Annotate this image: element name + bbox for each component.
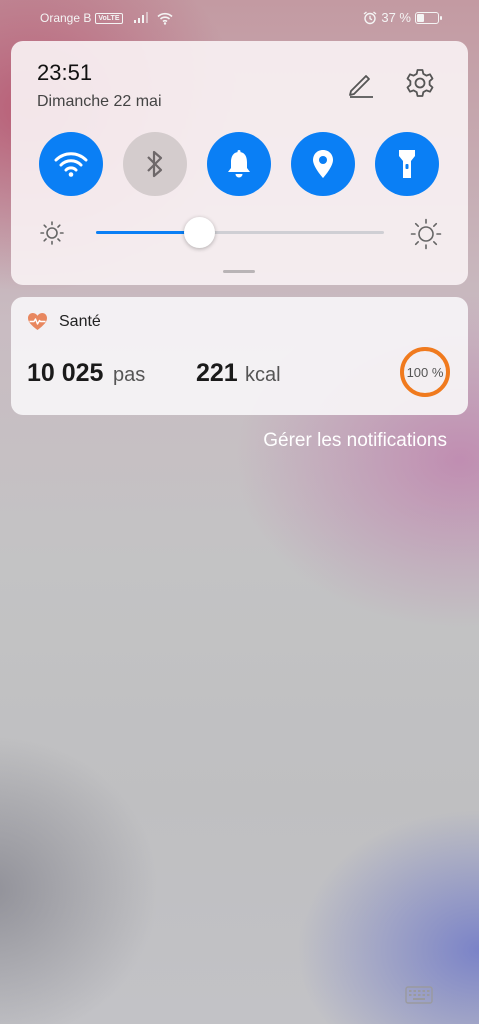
status-bar: Orange B VoLTE 37 % (0, 0, 479, 36)
gear-icon[interactable] (404, 67, 436, 99)
flashlight-icon (399, 150, 415, 178)
heart-pulse-icon (28, 313, 47, 330)
status-bar-right: 37 % (363, 10, 442, 25)
location-toggle[interactable] (291, 132, 355, 196)
wifi-icon (156, 12, 173, 25)
health-notification[interactable]: Santé 10 025 pas 221 kcal 100 % (11, 297, 468, 415)
battery-percentage: 37 % (381, 10, 411, 25)
notification-app-name: Santé (59, 313, 101, 330)
clock-time[interactable]: 23:51 (37, 60, 92, 86)
battery-fill (417, 13, 424, 22)
clock-date[interactable]: Dimanche 22 mai (37, 93, 162, 111)
wifi-toggle[interactable] (39, 132, 103, 196)
brightness-slider-thumb[interactable] (184, 217, 216, 248)
keyboard-icon[interactable] (405, 986, 433, 1006)
bluetooth-icon (147, 150, 163, 178)
wifi-icon (54, 152, 88, 177)
calories-value: 221 (196, 359, 238, 387)
alarm-clock-icon (363, 10, 377, 24)
pencil-icon[interactable] (346, 69, 376, 99)
sun-low-icon (40, 221, 64, 245)
manage-notifications-link[interactable]: Gérer les notifications (263, 430, 447, 452)
brightness-slider[interactable] (96, 217, 384, 248)
steps-unit: pas (113, 364, 146, 386)
sound-toggle[interactable] (207, 132, 271, 196)
progress-label: 100 % (406, 364, 444, 380)
volte-badge: VoLTE (95, 12, 123, 24)
bluetooth-toggle[interactable] (123, 132, 187, 196)
flashlight-toggle[interactable] (375, 132, 439, 196)
bell-icon (228, 150, 250, 178)
battery-icon (415, 11, 442, 24)
carrier-name: Orange B (40, 11, 92, 25)
steps-value: 10 025 (27, 359, 104, 387)
panel-drag-handle[interactable] (223, 270, 255, 273)
calories-unit: kcal (245, 364, 281, 386)
location-pin-icon (313, 150, 333, 178)
status-bar-left: Orange B VoLTE (40, 11, 173, 25)
sun-high-icon (410, 218, 442, 250)
cell-signal-icon (133, 12, 148, 23)
quick-settings-panel: 23:51 Dimanche 22 mai (11, 41, 468, 285)
